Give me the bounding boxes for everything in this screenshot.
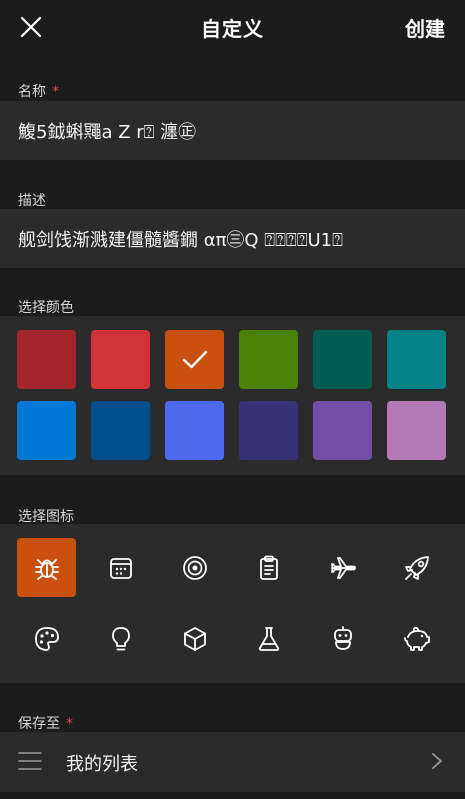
robot-icon: [329, 625, 357, 653]
icon-option[interactable]: [239, 609, 298, 668]
color-section-label: 选择颜色: [18, 300, 74, 316]
icon-option[interactable]: [17, 538, 76, 597]
icon-option[interactable]: [165, 609, 224, 668]
icon-option[interactable]: [91, 538, 150, 597]
icon-option[interactable]: [313, 538, 372, 597]
name-label-text: 名称: [18, 84, 46, 100]
header-bar: 自定义 创建: [0, 0, 465, 53]
save-to-label: 保存至 *: [18, 713, 73, 733]
icon-option[interactable]: [387, 609, 446, 668]
icon-option[interactable]: [165, 538, 224, 597]
piggy-bank-icon: [402, 625, 432, 653]
required-mark: *: [52, 84, 59, 100]
checkmark-icon: [182, 350, 207, 368]
icon-option[interactable]: [313, 609, 372, 668]
airplane-icon: [329, 554, 357, 582]
clipboard-icon: [256, 554, 282, 582]
color-swatch[interactable]: [239, 330, 298, 389]
icon-option[interactable]: [17, 609, 76, 668]
icon-option[interactable]: [239, 538, 298, 597]
name-field[interactable]: 鰒5鉞蝌鼆a Z r⍰ 瀍㊣: [0, 101, 465, 160]
page-title: 自定义: [201, 17, 264, 41]
color-swatch[interactable]: [91, 330, 150, 389]
color-swatch[interactable]: [91, 401, 150, 460]
name-label: 名称 *: [18, 81, 59, 101]
color-picker: [0, 316, 465, 475]
description-field[interactable]: 舰剑饯渐溅建僵髓醬鐗 απ㊂Q ⍰⍰⍰⍰U1⍰: [0, 209, 465, 268]
icon-option[interactable]: [91, 609, 150, 668]
bug-icon: [32, 553, 62, 583]
lightbulb-icon: [108, 625, 134, 653]
icon-picker: [0, 524, 465, 683]
color-swatch[interactable]: [165, 401, 224, 460]
required-mark: *: [66, 716, 73, 732]
color-swatch[interactable]: [165, 330, 224, 389]
color-swatch[interactable]: [17, 401, 76, 460]
target-icon: [181, 554, 209, 582]
calendar-icon: [108, 555, 134, 581]
description-label: 描述: [18, 193, 46, 209]
save-to-list-row[interactable]: 我的列表: [0, 732, 465, 792]
create-button[interactable]: 创建: [405, 13, 445, 42]
flask-icon: [256, 625, 282, 653]
color-swatch[interactable]: [313, 330, 372, 389]
color-swatch[interactable]: [17, 330, 76, 389]
color-swatch[interactable]: [313, 401, 372, 460]
save-to-label-text: 保存至: [18, 716, 60, 732]
chevron-right-icon: [432, 753, 442, 769]
icon-option[interactable]: [387, 538, 446, 597]
cube-icon: [181, 625, 209, 653]
list-menu-icon: [18, 752, 42, 770]
save-to-list-name: 我的列表: [66, 754, 138, 775]
color-swatch[interactable]: [387, 401, 446, 460]
icon-section-label: 选择图标: [18, 509, 74, 525]
color-swatch[interactable]: [387, 330, 446, 389]
rocket-icon: [403, 554, 431, 582]
palette-icon: [33, 625, 61, 653]
color-swatch[interactable]: [239, 401, 298, 460]
